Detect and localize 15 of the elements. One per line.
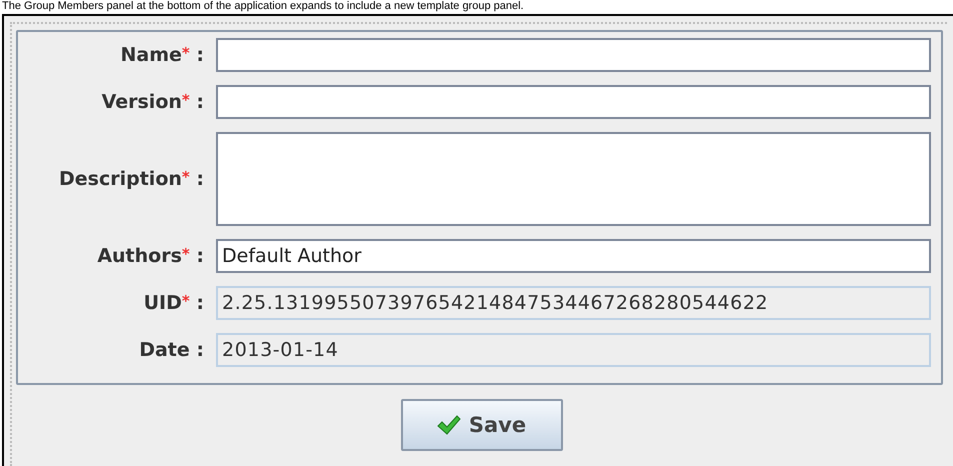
text-area[interactable] xyxy=(216,132,931,226)
field-label: UID* : xyxy=(142,292,204,314)
checkmark-icon xyxy=(436,415,461,435)
field-label: Description* : xyxy=(58,168,204,190)
input-field[interactable] xyxy=(216,85,931,119)
save-button[interactable]: Save xyxy=(400,399,562,451)
field-label: Authors* : xyxy=(96,245,204,267)
input-field[interactable] xyxy=(216,38,931,72)
caption-text: The Group Members panel at the bottom of the application expands to include a new template group panel. xyxy=(1,0,525,13)
input-field[interactable]: 2.25.131995507397654214847534467268280544622 xyxy=(216,286,931,320)
field-label: Version* : xyxy=(100,91,204,113)
field-label: Date : xyxy=(138,339,204,361)
input-field[interactable]: Default Author xyxy=(216,239,931,273)
field-label: Name* : xyxy=(119,44,204,66)
input-field[interactable]: 2013-01-14 xyxy=(216,333,931,367)
